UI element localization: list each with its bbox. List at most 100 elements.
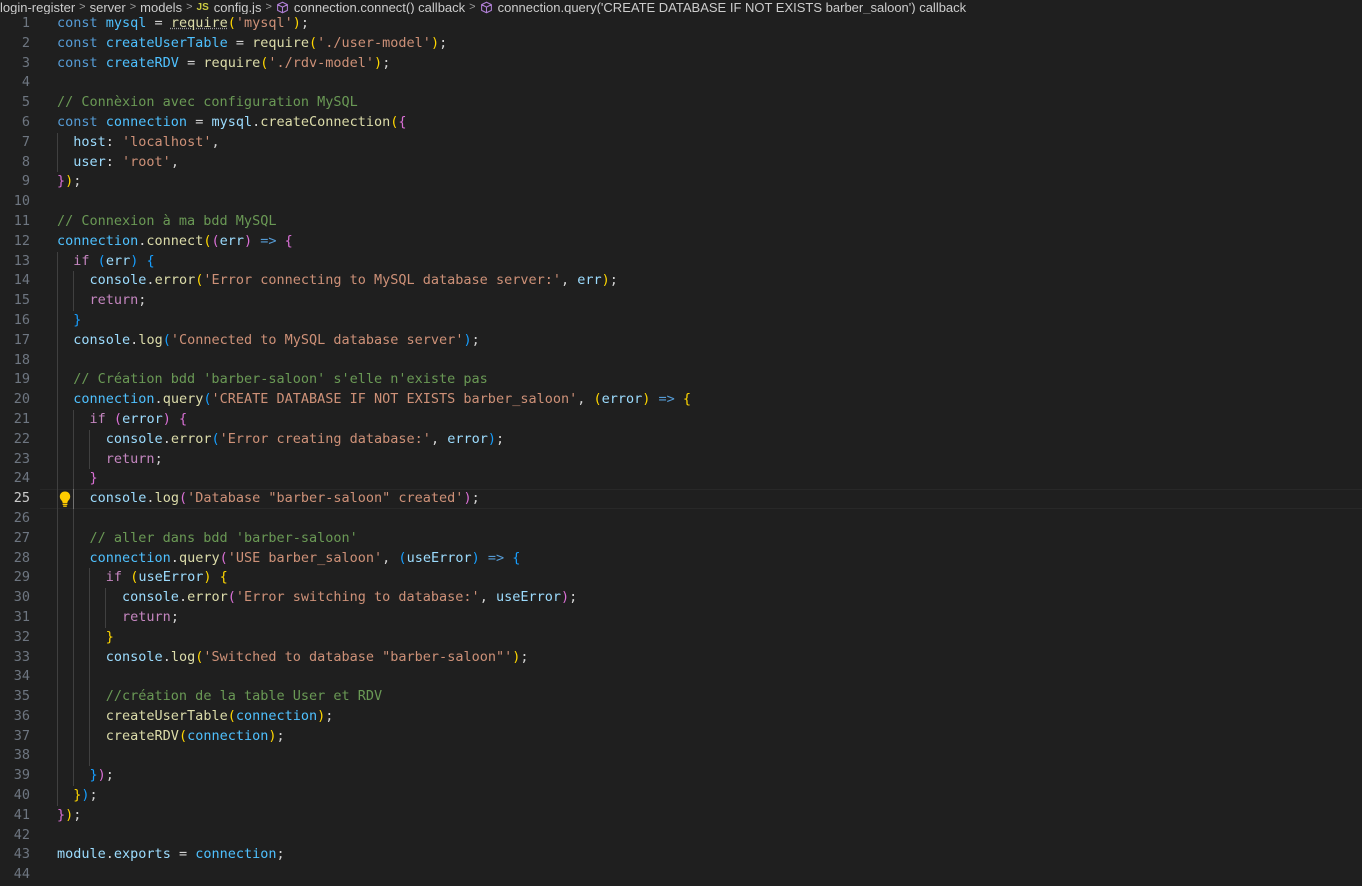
code-token: 'Connected to MySQL database server' bbox=[170, 331, 464, 348]
code-line[interactable]: console.log('Connected to MySQL database… bbox=[57, 330, 1362, 351]
code-token: ; bbox=[471, 331, 480, 348]
code-token: return bbox=[89, 292, 139, 309]
line-number: 6 bbox=[21, 113, 30, 130]
code-line[interactable]: if (error) { bbox=[57, 409, 1362, 430]
code-line[interactable] bbox=[57, 826, 1362, 846]
code-line[interactable] bbox=[57, 350, 1362, 371]
breadcrumb-file-config[interactable]: config.js bbox=[214, 1, 262, 14]
code-line[interactable] bbox=[57, 667, 1362, 688]
line-number: 28 bbox=[13, 549, 30, 566]
code-token: { bbox=[219, 569, 228, 586]
breadcrumb-folder-server[interactable]: server bbox=[90, 1, 126, 14]
line-number: 9 bbox=[21, 173, 30, 190]
code-line[interactable] bbox=[57, 508, 1362, 529]
code-line[interactable] bbox=[57, 865, 1362, 885]
code-line[interactable]: }); bbox=[57, 766, 1362, 787]
indent-guide bbox=[73, 271, 74, 292]
code-token: { bbox=[178, 410, 188, 427]
code-token: ; bbox=[73, 173, 82, 190]
code-editor[interactable]: login-register > server > models > JS co… bbox=[0, 0, 1362, 886]
code-line[interactable]: createUserTable(connection); bbox=[57, 706, 1362, 727]
code-line[interactable]: if (err) { bbox=[57, 251, 1362, 272]
indent-guide bbox=[57, 726, 58, 747]
line-number: 30 bbox=[13, 589, 30, 606]
code-token: } bbox=[89, 767, 98, 784]
code-token: error bbox=[601, 391, 643, 408]
code-token: ( bbox=[227, 707, 236, 724]
indent-guide bbox=[73, 568, 74, 589]
code-token: 'USE barber_saloon' bbox=[227, 549, 383, 566]
code-token: 'Error creating database:' bbox=[219, 430, 431, 447]
code-line[interactable]: createRDV(connection); bbox=[57, 726, 1362, 747]
code-line[interactable]: const createRDV = require('./rdv-model')… bbox=[57, 54, 1362, 74]
indent-guide bbox=[105, 607, 106, 628]
code-line[interactable]: connection.connect((err) => { bbox=[57, 232, 1362, 252]
code-line[interactable]: }); bbox=[57, 806, 1362, 826]
code-line[interactable]: if (useError) { bbox=[57, 568, 1362, 589]
code-token: = bbox=[170, 846, 196, 863]
code-line[interactable]: return; bbox=[57, 449, 1362, 470]
code-token: // Connexion à ma bdd MySQL bbox=[57, 212, 277, 229]
code-token: './rdv-model' bbox=[268, 54, 375, 71]
indent-guide bbox=[73, 548, 74, 569]
code-token: error bbox=[122, 410, 163, 427]
code-line[interactable]: connection.query('USE barber_saloon', (u… bbox=[57, 548, 1362, 569]
code-token: ( bbox=[211, 232, 220, 249]
indent-guide bbox=[105, 588, 106, 608]
code-token: connect bbox=[146, 232, 204, 249]
code-token: createUserTable bbox=[105, 707, 228, 724]
code-token: ( bbox=[162, 331, 171, 348]
breadcrumb-symbol-query-callback[interactable]: connection.query('CREATE DATABASE IF NOT… bbox=[498, 1, 967, 14]
code-line[interactable]: const createUserTable = require('./user-… bbox=[57, 34, 1362, 54]
code-token: . bbox=[154, 391, 163, 408]
code-line[interactable]: }); bbox=[57, 786, 1362, 806]
code-token: if bbox=[73, 252, 90, 269]
code-line[interactable]: //création de la table User et RDV bbox=[57, 687, 1362, 707]
code-line[interactable]: console.log('Database "barber-saloon" cr… bbox=[57, 489, 1362, 509]
code-line[interactable]: } bbox=[57, 627, 1362, 648]
code-line[interactable]: } bbox=[57, 469, 1362, 490]
code-line[interactable]: // aller dans bdd 'barber-saloon' bbox=[57, 528, 1362, 549]
breadcrumb-folder-login-register[interactable]: login-register bbox=[0, 1, 75, 14]
code-token: ( bbox=[593, 391, 602, 408]
code-line[interactable]: } bbox=[57, 310, 1362, 331]
code-token: . bbox=[162, 648, 171, 665]
code-line[interactable]: const mysql = require('mysql'); bbox=[57, 14, 1362, 34]
code-line[interactable]: return; bbox=[57, 291, 1362, 311]
indent-guide bbox=[57, 271, 58, 292]
line-number: 33 bbox=[13, 648, 30, 665]
code-line[interactable]: return; bbox=[57, 607, 1362, 628]
code-line[interactable]: // Connexion à ma bdd MySQL bbox=[57, 212, 1362, 232]
code-line[interactable]: // Connèxion avec configuration MySQL bbox=[57, 93, 1362, 113]
code-line[interactable]: console.error('Error connecting to MySQL… bbox=[57, 271, 1362, 292]
code-line[interactable]: host: 'localhost', bbox=[57, 132, 1362, 153]
code-line[interactable]: // Création bdd 'barber-saloon' s'elle n… bbox=[57, 370, 1362, 391]
indent-guide bbox=[73, 687, 74, 707]
code-line[interactable]: console.log('Switched to database "barbe… bbox=[57, 647, 1362, 668]
code-area[interactable]: const mysql = require('mysql'); const cre… bbox=[57, 14, 1362, 885]
indent-guide bbox=[73, 528, 74, 549]
code-line[interactable]: module.exports = connection; bbox=[57, 845, 1362, 865]
code-line[interactable]: console.error('Error creating database:'… bbox=[57, 429, 1362, 450]
code-line[interactable]: connection.query ('CREATE DATABASE IF NOT… bbox=[57, 390, 1362, 410]
code-line[interactable]: console.error('Error switching to databa… bbox=[57, 588, 1362, 608]
code-line[interactable] bbox=[57, 73, 1362, 93]
chevron-right-icon: > bbox=[129, 0, 137, 13]
indent-guide bbox=[89, 706, 90, 727]
code-token: ( bbox=[227, 589, 236, 606]
breadcrumb-symbol-connect-callback[interactable]: connection.connect() callback bbox=[294, 1, 465, 14]
code-line[interactable] bbox=[57, 192, 1362, 212]
code-line[interactable]: }); bbox=[57, 172, 1362, 192]
code-line[interactable]: user: 'root', bbox=[57, 152, 1362, 173]
code-token: , bbox=[430, 430, 448, 447]
code-token: err bbox=[219, 232, 244, 249]
code-line[interactable] bbox=[57, 746, 1362, 767]
line-number: 34 bbox=[13, 668, 30, 685]
line-number: 1 bbox=[21, 15, 30, 31]
breadcrumb-folder-models[interactable]: models bbox=[140, 1, 182, 14]
lightbulb-icon[interactable] bbox=[58, 490, 72, 508]
code-line[interactable]: const connection = mysql.createConnectio… bbox=[57, 113, 1362, 133]
